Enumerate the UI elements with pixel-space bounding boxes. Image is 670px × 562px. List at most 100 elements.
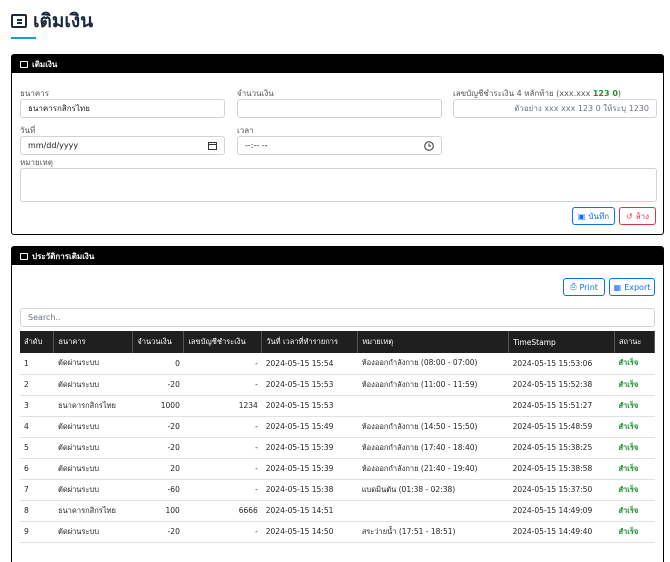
export-button[interactable]: ▦ Export bbox=[609, 278, 655, 296]
col-timestamp-cell: 2024-05-15 14:49:09 bbox=[508, 500, 615, 522]
export-button-label: Export bbox=[624, 282, 651, 292]
page-title-text: เติมเงิน bbox=[33, 10, 94, 32]
col-datetime-cell: 2024-05-15 15:54 bbox=[261, 353, 358, 375]
col-note-cell: ห้องออกกำลังกาย (14:50 - 15:50) bbox=[357, 416, 509, 438]
wallet-icon bbox=[20, 60, 28, 68]
col-account-cell: - bbox=[183, 416, 262, 438]
printer-icon: ⎙ bbox=[570, 282, 577, 291]
col-note-cell: ห้องออกกำลังกาย (17:40 - 18:40) bbox=[357, 437, 509, 459]
bank-select[interactable]: ธนาคารกสิกรไทย bbox=[20, 99, 225, 118]
col-note-cell bbox=[357, 500, 509, 522]
col-index-cell: 4 bbox=[20, 416, 54, 438]
col-datetime-cell: 2024-05-15 15:39 bbox=[261, 437, 358, 459]
calendar-icon[interactable] bbox=[208, 141, 217, 150]
col-account-cell: - bbox=[183, 353, 262, 375]
save-button[interactable]: ▣ บันทึก bbox=[572, 207, 615, 225]
note-textarea[interactable] bbox=[20, 168, 657, 202]
print-button[interactable]: ⎙ Print bbox=[563, 278, 605, 296]
col-index-cell: 1 bbox=[20, 353, 54, 375]
table-header-row: ลำดับ ธนาคาร จำนวนเงิน เลขบัญชีชำระเงิน วันท… bbox=[20, 331, 656, 353]
account-label-prefix: เลขบัญชีชำระเงิน 4 หลักท้าย (xxx.xxx bbox=[453, 89, 593, 98]
account-label-suffix: ) bbox=[617, 89, 622, 98]
col-index-cell: 9 bbox=[20, 521, 54, 543]
search-input[interactable]: Search.. bbox=[20, 308, 655, 327]
table-row: 2 ตัดผ่านระบบ -20-2024-05-15 15:53 ห้องออกก… bbox=[20, 374, 655, 396]
col-timestamp-cell: 2024-05-15 14:49:40 bbox=[508, 521, 615, 543]
col-datetime-cell: 2024-05-15 15:38 bbox=[261, 479, 358, 501]
clock-icon[interactable] bbox=[424, 140, 434, 151]
col-bank-cell: ธนาคารกสิกรไทย bbox=[53, 395, 133, 417]
col-bank-cell: ตัดผ่านระบบ bbox=[53, 521, 133, 543]
table-row: 4 ตัดผ่านระบบ -20-2024-05-15 15:49 ห้องออกก… bbox=[20, 416, 655, 438]
col-index-header[interactable]: ลำดับ bbox=[20, 331, 55, 353]
table-icon: ▦ bbox=[613, 282, 622, 292]
col-account-cell: 6666 bbox=[183, 500, 262, 522]
col-datetime-header[interactable]: วันที่ เวลาที่ทำรายการ bbox=[261, 331, 359, 353]
col-note-header[interactable]: หมายเหตุ bbox=[357, 331, 510, 353]
col-account-header[interactable]: เลขบัญชีชำระเงิน bbox=[183, 331, 263, 353]
col-note-cell: สระว่ายน้ำ (17:51 - 18:51) bbox=[357, 521, 509, 543]
col-bank-cell: ตัดผ่านระบบ bbox=[53, 479, 133, 501]
col-account-cell: - bbox=[183, 374, 262, 396]
col-timestamp-cell: 2024-05-15 15:53:06 bbox=[508, 353, 615, 375]
print-button-label: Print bbox=[579, 282, 598, 292]
col-bank-cell: ตัดผ่านระบบ bbox=[53, 374, 133, 396]
clear-button-label: ล้าง bbox=[635, 211, 649, 221]
col-account-cell: - bbox=[183, 437, 262, 459]
col-datetime-cell: 2024-05-15 15:53 bbox=[261, 374, 358, 396]
clear-button[interactable]: ↺ ล้าง bbox=[619, 207, 656, 225]
col-index-cell: 6 bbox=[20, 458, 54, 480]
col-amount-cell: 100 bbox=[132, 500, 184, 522]
col-status-cell: สำเร็จ bbox=[614, 416, 655, 438]
col-status-cell: สำเร็จ bbox=[614, 395, 655, 417]
table-row: 8 ธนาคารกสิกรไทย 100 6666 2024-05-15 14:51 20… bbox=[20, 500, 655, 522]
col-account-cell: - bbox=[183, 458, 262, 480]
table-body: 1 ตัดผ่านระบบ 0-2024-05-15 15:54 ห้องออกกำล… bbox=[20, 353, 655, 543]
col-bank-cell: ตัดผ่านระบบ bbox=[53, 458, 133, 480]
table-row: 9 ตัดผ่านระบบ -20-2024-05-15 14:50 สระว่ายน… bbox=[20, 521, 655, 543]
date-input[interactable]: mm/dd/yyyy bbox=[20, 136, 225, 155]
title-underline bbox=[11, 37, 36, 39]
col-account-cell: 1234 bbox=[183, 395, 262, 417]
col-bank-header[interactable]: ธนาคาร bbox=[53, 331, 134, 353]
amount-input[interactable] bbox=[237, 99, 442, 118]
col-timestamp-cell: 2024-05-15 15:38:58 bbox=[508, 458, 615, 480]
col-status-cell: สำเร็จ bbox=[614, 458, 655, 480]
history-table: ลำดับ ธนาคาร จำนวนเงิน เลขบัญชีชำระเงิน วันท… bbox=[20, 331, 656, 543]
history-card: ประวัติการเติมเงิน ⎙ Print ▦ Export Sear… bbox=[11, 246, 664, 562]
table-row: 7 ตัดผ่านระบบ -60-2024-05-15 15:38 แบดมินตั… bbox=[20, 479, 655, 501]
col-bank-cell: ตัดผ่านระบบ bbox=[53, 416, 133, 438]
topup-form-title: เติมเงิน bbox=[32, 59, 58, 69]
col-index-cell: 2 bbox=[20, 374, 54, 396]
col-timestamp-cell: 2024-05-15 15:52:38 bbox=[508, 374, 615, 396]
time-placeholder: --:-- -- bbox=[245, 141, 268, 150]
time-input[interactable]: --:-- -- bbox=[237, 136, 442, 155]
table-row: 6 ตัดผ่านระบบ 20-2024-05-15 15:39 ห้องออกกำ… bbox=[20, 458, 655, 480]
reset-icon: ↺ bbox=[625, 211, 633, 221]
topup-form-card: เติมเงิน ธนาคาร ธนาคารกสิกรไทย จำนวนเงิน… bbox=[11, 54, 664, 235]
col-datetime-cell: 2024-05-15 14:51 bbox=[261, 500, 358, 522]
col-timestamp-cell: 2024-05-15 15:37:50 bbox=[508, 479, 615, 501]
save-button-label: บันทึก bbox=[588, 211, 610, 221]
col-status-cell: สำเร็จ bbox=[614, 437, 655, 459]
col-note-cell: ห้องออกกำลังกาย (21:40 - 19:40) bbox=[357, 458, 509, 480]
col-timestamp-header[interactable]: TimeStamp bbox=[508, 331, 615, 353]
page-title: เติมเงิน bbox=[11, 6, 93, 36]
col-timestamp-cell: 2024-05-15 15:48:59 bbox=[508, 416, 615, 438]
col-status-header[interactable]: สถานะ bbox=[614, 331, 656, 353]
col-amount-header[interactable]: จำนวนเงิน bbox=[132, 331, 185, 353]
table-row: 3 ธนาคารกสิกรไทย 1000 1234 2024-05-15 15:53 2… bbox=[20, 395, 655, 417]
wallet-icon bbox=[11, 14, 27, 28]
col-bank-cell: ตัดผ่านระบบ bbox=[53, 437, 133, 459]
col-status-cell: สำเร็จ bbox=[614, 479, 655, 501]
col-status-cell: สำเร็จ bbox=[614, 521, 655, 543]
col-datetime-cell: 2024-05-15 14:50 bbox=[261, 521, 358, 543]
col-amount-cell: -20 bbox=[132, 374, 184, 396]
table-row: 1 ตัดผ่านระบบ 0-2024-05-15 15:54 ห้องออกกำล… bbox=[20, 353, 655, 375]
account-input[interactable]: ตัวอย่าง xxx xxx 123 0 ให้ระบุ 1230 bbox=[453, 99, 657, 118]
col-datetime-cell: 2024-05-15 15:39 bbox=[261, 458, 358, 480]
history-icon bbox=[20, 252, 28, 260]
col-status-cell: สำเร็จ bbox=[614, 353, 655, 375]
account-label-highlight: 123 0 bbox=[592, 89, 618, 98]
date-placeholder: mm/dd/yyyy bbox=[28, 141, 79, 150]
